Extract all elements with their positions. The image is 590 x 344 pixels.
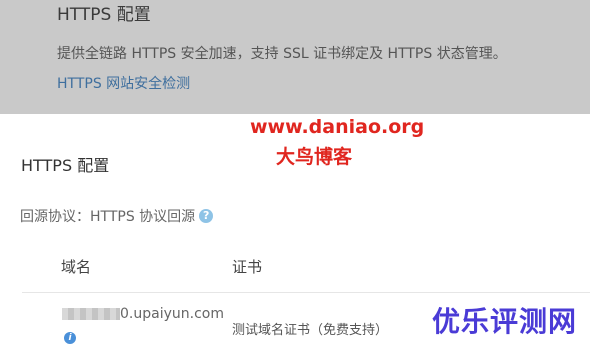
origin-protocol-label: 回源协议： bbox=[20, 209, 90, 225]
column-header-cert: 证书 bbox=[232, 258, 263, 276]
watermark-brand: 优乐评测网 bbox=[432, 305, 578, 338]
redacted-domain-prefix bbox=[62, 308, 120, 320]
top-info-panel: HTTPS 配置 提供全链路 HTTPS 安全加速，支持 SSL 证书绑定及 H… bbox=[0, 0, 590, 114]
section-title: HTTPS 配置 bbox=[21, 156, 110, 175]
watermark-url: www.daniao.org bbox=[250, 116, 425, 138]
origin-protocol-row: 回源协议： HTTPS 协议回源 ? bbox=[20, 206, 214, 226]
info-icon[interactable]: i bbox=[64, 332, 76, 344]
column-header-domain: 域名 bbox=[61, 258, 92, 276]
table-header: 域名 证书 bbox=[22, 242, 590, 293]
origin-protocol-value: HTTPS 协议回源 bbox=[90, 209, 196, 225]
top-panel-title: HTTPS 配置 bbox=[57, 5, 151, 25]
top-panel-description: 提供全链路 HTTPS 安全加速，支持 SSL 证书绑定及 HTTPS 状态管理… bbox=[57, 46, 507, 62]
cert-cell: 测试域名证书（免费支持） bbox=[232, 323, 389, 338]
https-security-check-link[interactable]: HTTPS 网站安全检测 bbox=[57, 73, 190, 93]
watermark-name: 大鸟博客 bbox=[276, 146, 353, 168]
help-icon[interactable]: ? bbox=[199, 209, 214, 223]
domain-cell: 0.upaiyun.com bbox=[120, 306, 224, 322]
